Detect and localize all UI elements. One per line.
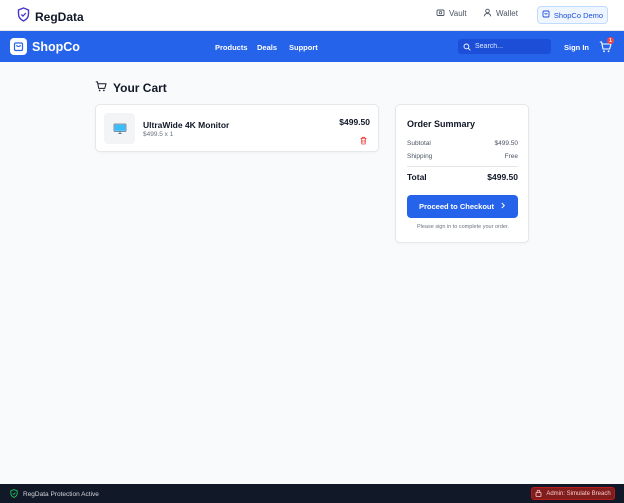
subtotal-label: Subtotal (407, 140, 431, 147)
cart-count-badge: 1 (607, 37, 614, 44)
regdata-topbar: RegData Vault Wallet ShopCo Demo (0, 0, 624, 31)
search-input[interactable] (475, 43, 545, 50)
monitor-icon (104, 113, 135, 144)
subtotal-value: $499.50 (494, 140, 519, 147)
nav-vault[interactable]: Vault (436, 8, 467, 19)
item-detail: $499.5 x 1 (143, 131, 174, 138)
shopco-header: ShopCo Products Deals Support Sign In 1 (0, 31, 624, 62)
shopco-logo[interactable]: ShopCo (10, 38, 80, 55)
search-icon (463, 38, 471, 56)
regdata-brand-name: RegData (35, 10, 84, 24)
nav-support[interactable]: Support (289, 43, 318, 52)
sign-in-link[interactable]: Sign In (564, 43, 589, 52)
simulate-breach-label: Admin: Simulate Breach (546, 490, 611, 497)
nav-products[interactable]: Products (215, 43, 248, 52)
protection-status-text: RegData Protection Active (23, 491, 99, 498)
summary-title: Order Summary (407, 119, 476, 129)
total-row: Total $499.50 (407, 172, 518, 182)
cart-item: UltraWide 4K Monitor $499.5 x 1 $499.50 (95, 104, 379, 152)
chevron-right-icon (500, 202, 506, 211)
checkout-button[interactable]: Proceed to Checkout (407, 195, 518, 218)
item-name[interactable]: UltraWide 4K Monitor (143, 120, 229, 130)
signin-note: Please sign in to complete your order. (416, 224, 510, 230)
vault-icon (436, 8, 445, 19)
nav-wallet[interactable]: Wallet (483, 8, 518, 19)
shopco-demo-label: ShopCo Demo (553, 10, 604, 20)
shield-check-icon (10, 489, 18, 500)
cart-heading: Your Cart (95, 79, 167, 97)
nav-vault-label: Vault (449, 9, 467, 18)
bag-icon (542, 10, 550, 20)
trash-icon[interactable] (359, 132, 368, 145)
page-title: Your Cart (113, 81, 167, 95)
cart-button[interactable]: 1 (599, 37, 614, 54)
item-price: $499.50 (339, 117, 370, 127)
checkout-label: Proceed to Checkout (418, 202, 494, 211)
shopco-brand-name: ShopCo (32, 39, 80, 54)
lock-icon (535, 489, 542, 499)
shopco-demo-button[interactable]: ShopCo Demo (537, 6, 608, 24)
order-summary: Order Summary Subtotal $499.50 Shipping … (395, 104, 529, 243)
regdata-status-bar: RegData Protection Active Admin: Simulat… (0, 484, 624, 503)
shipping-row: Shipping Free (407, 153, 518, 160)
total-label: Total (407, 172, 427, 182)
cart-icon (95, 79, 107, 97)
subtotal-row: Subtotal $499.50 (407, 140, 518, 147)
shipping-value: Free (504, 153, 518, 160)
regdata-brand[interactable]: RegData (17, 7, 84, 27)
nav-deals[interactable]: Deals (257, 43, 277, 52)
simulate-breach-button[interactable]: Admin: Simulate Breach (531, 487, 615, 500)
protection-status: RegData Protection Active (10, 489, 99, 500)
shopping-bag-icon (10, 38, 27, 55)
user-icon (483, 8, 492, 19)
nav-wallet-label: Wallet (496, 9, 518, 18)
shield-icon (17, 7, 30, 27)
search-box[interactable] (458, 39, 551, 54)
total-value: $499.50 (487, 172, 518, 182)
shipping-label: Shipping (407, 153, 433, 160)
summary-divider (407, 166, 518, 167)
